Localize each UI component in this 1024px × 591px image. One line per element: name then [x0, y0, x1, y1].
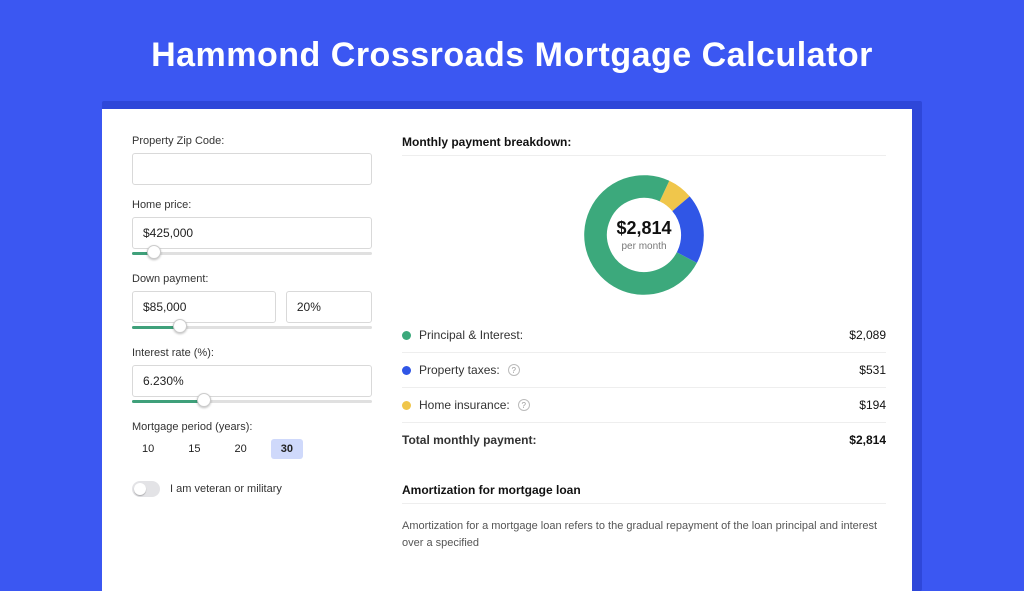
period-label: Mortgage period (years):: [132, 421, 372, 433]
card-shadow: Property Zip Code: Home price: Down paym…: [102, 101, 922, 591]
down-payment-slider[interactable]: [132, 321, 372, 333]
legend: Principal & Interest: $2,089 Property taxe…: [402, 318, 886, 423]
breakdown-title: Monthly payment breakdown:: [402, 135, 886, 149]
period-option-15[interactable]: 15: [178, 439, 210, 459]
zip-label: Property Zip Code:: [132, 135, 372, 147]
divider: [402, 503, 886, 504]
legend-dot: [402, 401, 411, 410]
breakdown-column: Monthly payment breakdown: $2,814 per mo…: [402, 135, 886, 551]
legend-row: Home insurance:? $194: [402, 388, 886, 423]
rate-slider[interactable]: [132, 395, 372, 407]
total-label: Total monthly payment:: [402, 433, 536, 447]
zip-input[interactable]: [132, 153, 372, 185]
legend-row: Property taxes:? $531: [402, 353, 886, 388]
down-payment-label: Down payment:: [132, 273, 372, 285]
donut-area: $2,814 per month: [402, 156, 886, 318]
home-price-input[interactable]: [132, 217, 372, 249]
period-row: 10 15 20 30: [132, 439, 372, 459]
home-price-slider[interactable]: [132, 247, 372, 259]
total-value: $2,814: [849, 433, 886, 447]
help-icon[interactable]: ?: [518, 399, 530, 411]
legend-row: Principal & Interest: $2,089: [402, 318, 886, 353]
home-price-label: Home price:: [132, 199, 372, 211]
period-option-20[interactable]: 20: [225, 439, 257, 459]
page-title: Hammond Crossroads Mortgage Calculator: [0, 0, 1024, 101]
legend-value: $194: [859, 398, 886, 412]
rate-input[interactable]: [132, 365, 372, 397]
veteran-label: I am veteran or military: [170, 483, 282, 495]
legend-label: Home insurance:: [419, 398, 510, 412]
period-option-30[interactable]: 30: [271, 439, 303, 459]
help-icon[interactable]: ?: [508, 364, 520, 376]
donut-center: $2,814 per month: [579, 170, 709, 300]
down-payment-percent-input[interactable]: [286, 291, 372, 323]
donut-chart: $2,814 per month: [579, 170, 709, 300]
donut-sub: per month: [621, 241, 666, 252]
rate-label: Interest rate (%):: [132, 347, 372, 359]
calculator-card: Property Zip Code: Home price: Down paym…: [102, 109, 912, 591]
legend-dot: [402, 331, 411, 340]
legend-label: Property taxes:: [419, 363, 500, 377]
legend-label: Principal & Interest:: [419, 328, 523, 342]
legend-value: $531: [859, 363, 886, 377]
total-row: Total monthly payment: $2,814: [402, 423, 886, 457]
veteran-toggle[interactable]: [132, 481, 160, 497]
legend-value: $2,089: [849, 328, 886, 342]
amortization-text: Amortization for a mortgage loan refers …: [402, 518, 886, 551]
down-payment-amount-input[interactable]: [132, 291, 276, 323]
amortization-title: Amortization for mortgage loan: [402, 483, 886, 497]
form-column: Property Zip Code: Home price: Down paym…: [132, 135, 372, 551]
period-option-10[interactable]: 10: [132, 439, 164, 459]
legend-dot: [402, 366, 411, 375]
donut-amount: $2,814: [616, 218, 671, 239]
